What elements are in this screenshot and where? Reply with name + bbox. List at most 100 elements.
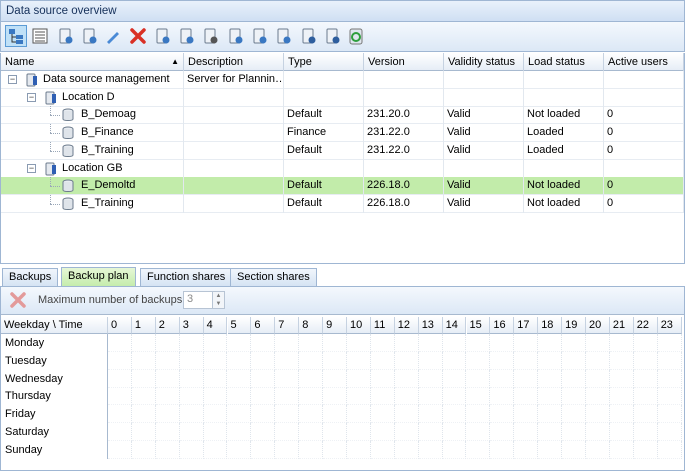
tab-backups[interactable]: Backups (2, 268, 59, 286)
schedule-cell[interactable] (442, 440, 467, 459)
schedule-cell[interactable] (394, 369, 419, 388)
col-header-type[interactable]: Type (284, 53, 364, 71)
schedule-cell[interactable] (633, 334, 658, 352)
schedule-cell[interactable] (227, 423, 252, 441)
new-datasource-icon[interactable] (54, 25, 76, 47)
schedule-cell[interactable] (514, 369, 539, 388)
schedule-cell[interactable] (562, 405, 586, 424)
schedule-cell[interactable] (633, 369, 658, 388)
schedule-cell[interactable] (203, 405, 228, 424)
schedule-cell[interactable] (609, 440, 634, 459)
schedule-cell[interactable] (108, 405, 132, 424)
schedule-cell[interactable] (299, 440, 324, 459)
schedule-cell[interactable] (203, 423, 228, 441)
schedule-cell[interactable] (538, 334, 563, 352)
schedule-cell[interactable] (418, 334, 443, 352)
tree-name-cell[interactable]: E_Training (1, 194, 184, 213)
schedule-cell[interactable] (586, 334, 610, 352)
schedule-cell[interactable] (227, 387, 252, 406)
schedule-cell[interactable] (275, 334, 300, 352)
schedule-cell[interactable] (514, 334, 539, 352)
schedule-cell[interactable] (299, 334, 324, 352)
delete-icon[interactable] (127, 25, 149, 47)
schedule-cell[interactable] (657, 440, 682, 459)
schedule-cell[interactable] (155, 423, 180, 441)
schedule-cell[interactable] (131, 334, 156, 352)
schedule-cell[interactable] (394, 351, 419, 370)
schedule-cell[interactable] (490, 423, 515, 441)
schedule-cell[interactable] (155, 387, 180, 406)
schedule-cell[interactable] (538, 423, 563, 441)
stepper-up-icon[interactable]: ▲ (212, 292, 224, 300)
reload-icon[interactable] (345, 25, 367, 47)
schedule-cell[interactable] (347, 369, 371, 388)
schedule-cell[interactable] (442, 334, 467, 352)
schedule-cell[interactable] (442, 351, 467, 370)
tree-view-icon[interactable] (5, 25, 27, 47)
schedule-cell[interactable] (562, 423, 586, 441)
schedule-cell[interactable] (586, 351, 610, 370)
info-icon[interactable] (224, 25, 246, 47)
schedule-cell[interactable] (323, 334, 347, 352)
schedule-cell[interactable] (203, 334, 228, 352)
schedule-cell[interactable] (275, 369, 300, 388)
schedule-cell[interactable] (562, 440, 586, 459)
schedule-cell[interactable] (490, 440, 515, 459)
schedule-cell[interactable] (466, 334, 491, 352)
schedule-cell[interactable] (323, 387, 347, 406)
schedule-cell[interactable] (323, 351, 347, 370)
schedule-cell[interactable] (370, 369, 395, 388)
schedule-cell[interactable] (609, 351, 634, 370)
schedule-cell[interactable] (657, 351, 682, 370)
col-header-validity[interactable]: Validity status (444, 53, 524, 71)
schedule-cell[interactable] (131, 423, 156, 441)
schedule-cell[interactable] (227, 351, 252, 370)
col-header-version[interactable]: Version (364, 53, 444, 71)
schedule-cell[interactable] (418, 423, 443, 441)
schedule-cell[interactable] (155, 440, 180, 459)
schedule-cell[interactable] (394, 334, 419, 352)
schedule-cell[interactable] (466, 369, 491, 388)
schedule-cell[interactable] (203, 440, 228, 459)
schedule-cell[interactable] (275, 423, 300, 441)
table-row[interactable]: E_Demoltd Default 226.18.0 Valid Not loaded 0 (1, 177, 684, 196)
schedule-cell[interactable] (227, 369, 252, 388)
schedule-cell[interactable] (370, 405, 395, 424)
col-header-description[interactable]: Description (184, 53, 284, 71)
tree-name-cell[interactable]: − Location D (1, 88, 184, 107)
schedule-cell[interactable] (394, 423, 419, 441)
schedule-cell[interactable] (609, 423, 634, 441)
tree-name-cell[interactable]: B_Demoag (1, 106, 184, 125)
schedule-cell[interactable] (442, 387, 467, 406)
schedule-cell[interactable] (275, 405, 300, 424)
load-icon[interactable] (199, 25, 221, 47)
schedule-cell[interactable] (131, 440, 156, 459)
schedule-cell[interactable] (108, 334, 132, 352)
collapse-icon[interactable]: − (27, 92, 36, 102)
schedule-cell[interactable] (490, 405, 515, 424)
tree-name-cell[interactable]: E_Demoltd (1, 177, 184, 196)
schedule-cell[interactable] (323, 369, 347, 388)
schedule-cell[interactable] (657, 423, 682, 441)
schedule-cell[interactable] (490, 369, 515, 388)
schedule-cell[interactable] (538, 405, 563, 424)
schedule-cell[interactable] (299, 405, 324, 424)
schedule-cell[interactable] (514, 405, 539, 424)
schedule-cell[interactable] (442, 423, 467, 441)
schedule-cell[interactable] (108, 369, 132, 388)
schedule-cell[interactable] (275, 440, 300, 459)
schedule-cell[interactable] (347, 405, 371, 424)
schedule-cell[interactable] (323, 440, 347, 459)
schedule-cell[interactable] (179, 387, 204, 406)
schedule-cell[interactable] (514, 440, 539, 459)
schedule-cell[interactable] (131, 387, 156, 406)
schedule-cell[interactable] (155, 334, 180, 352)
schedule-cell[interactable] (490, 387, 515, 406)
list-view-icon[interactable] (29, 25, 51, 47)
schedule-cell[interactable] (227, 405, 252, 424)
table-row[interactable]: B_Demoag Default 231.20.0 Valid Not loaded 0 (1, 106, 684, 125)
schedule-cell[interactable] (251, 423, 276, 441)
schedule-cell[interactable] (394, 387, 419, 406)
delete-icon[interactable] (9, 291, 27, 312)
schedule-cell[interactable] (108, 440, 132, 459)
